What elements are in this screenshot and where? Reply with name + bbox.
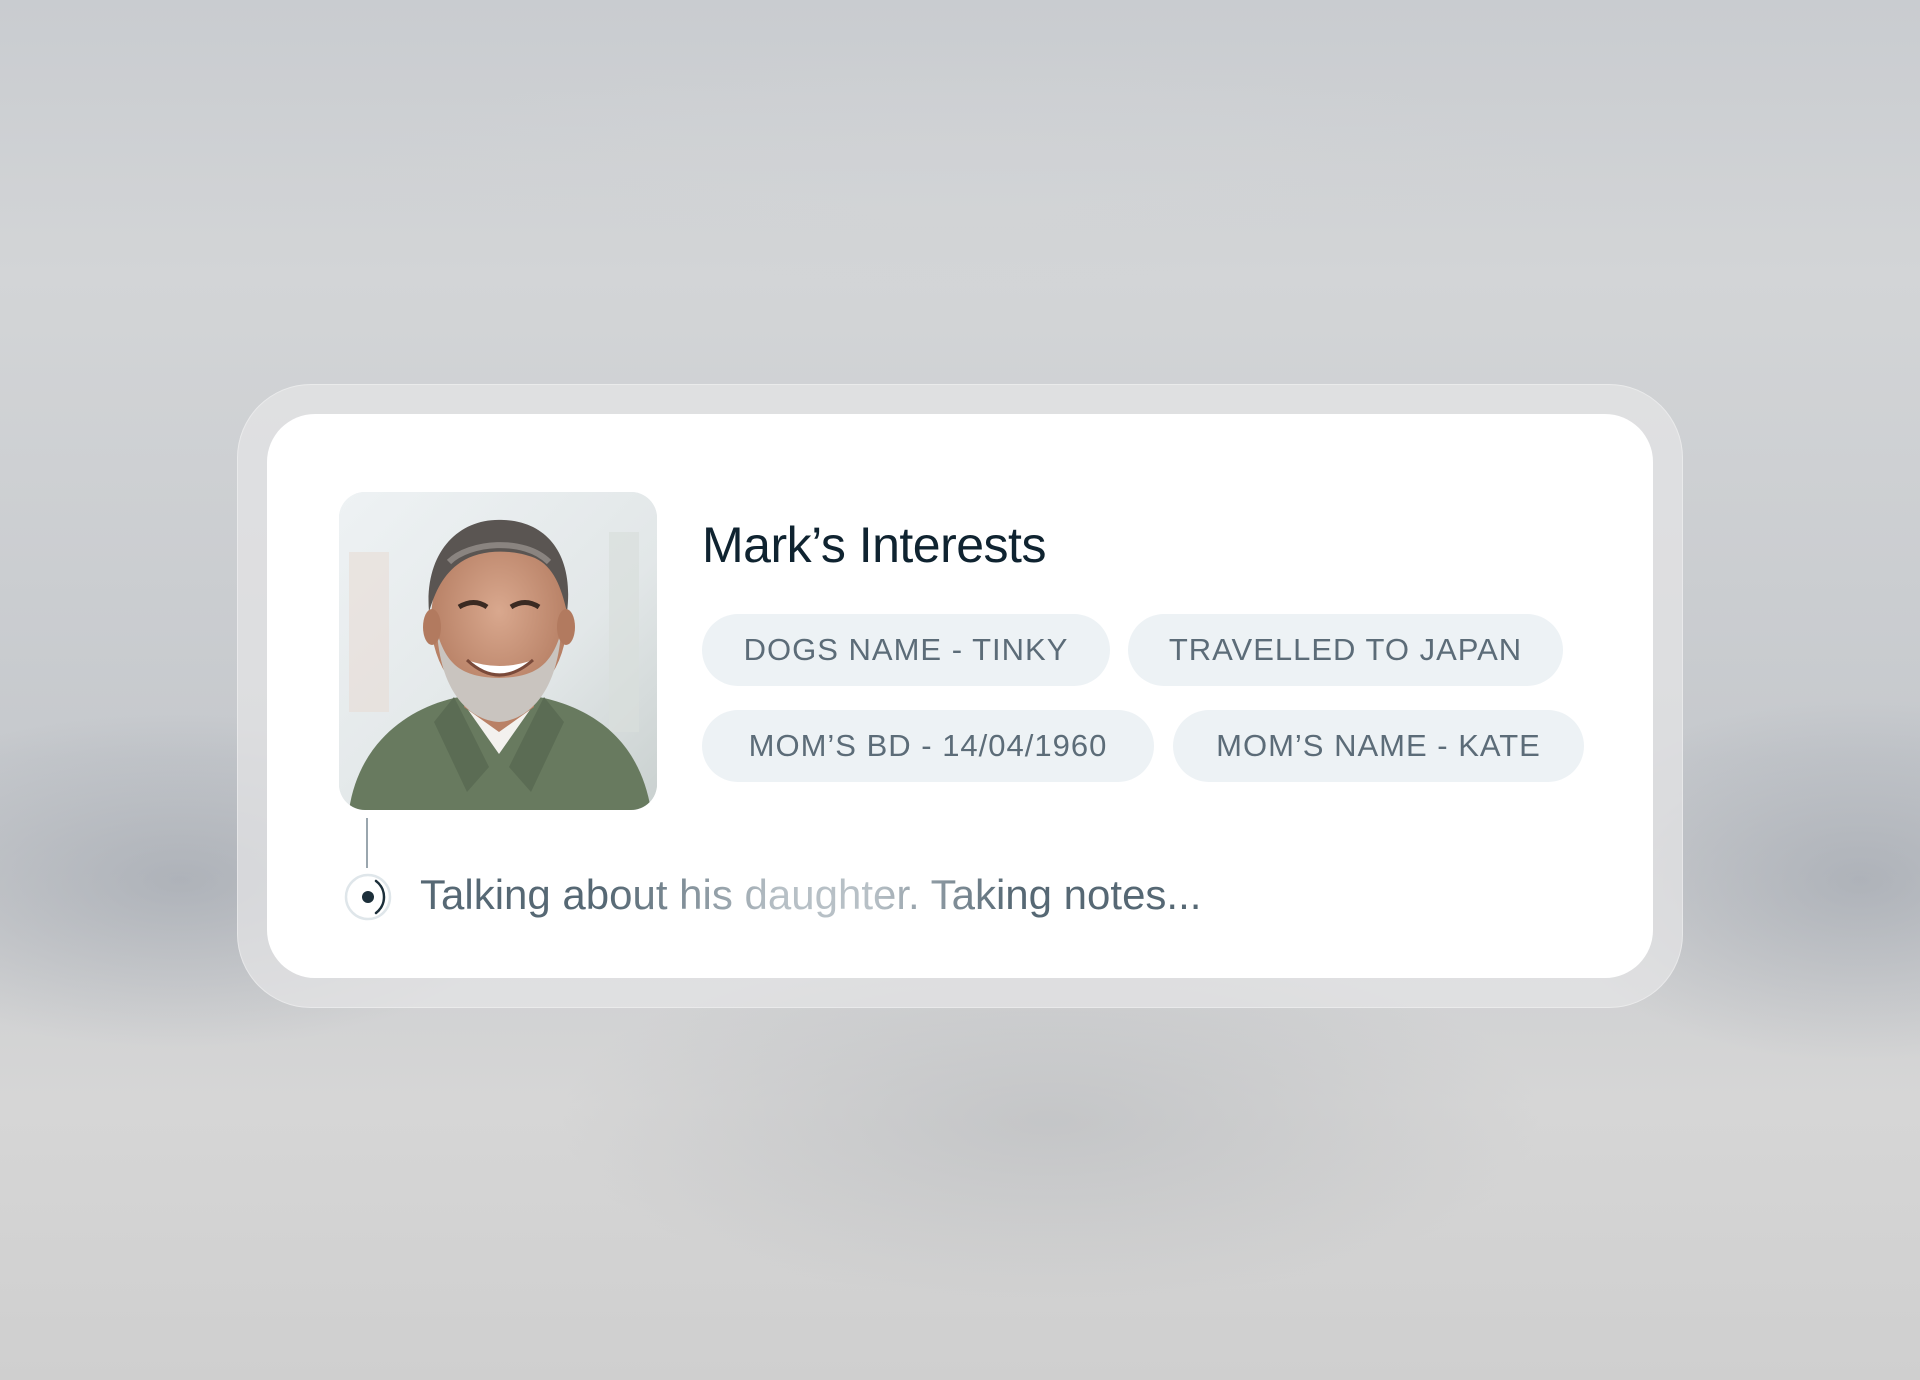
person-portrait-icon	[339, 492, 657, 810]
interest-chip[interactable]: DOGS NAME - TINKY	[702, 614, 1110, 686]
interests-card: Mark’s Interests DOGS NAME - TINKY TRAVE…	[267, 414, 1653, 978]
interest-chip[interactable]: MOM’S BD - 14/04/1960	[702, 710, 1154, 782]
recording-dot-icon	[343, 872, 393, 922]
interest-chip[interactable]: TRAVELLED TO JAPAN	[1128, 614, 1563, 686]
profile-photo	[339, 492, 657, 810]
card-title: Mark’s Interests	[702, 517, 1046, 573]
interest-chip[interactable]: MOM’S NAME - KATE	[1173, 710, 1584, 782]
status-text: Talking about his daughter. Taking notes…	[420, 871, 1202, 918]
connector-line	[366, 818, 368, 868]
